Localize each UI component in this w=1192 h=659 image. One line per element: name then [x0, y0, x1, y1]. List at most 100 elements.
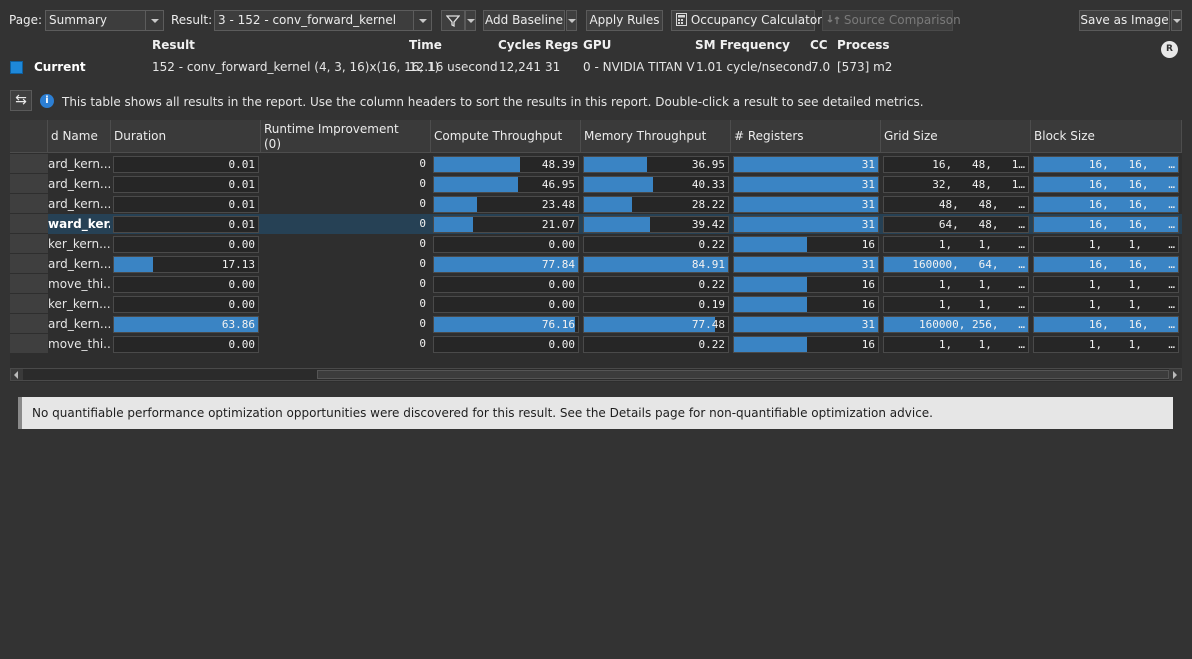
page-label: Page: — [9, 13, 43, 27]
filter-icon — [445, 15, 461, 28]
registers-cell-bar — [734, 257, 878, 272]
table-row[interactable]: ker_kern... 0.00 0 0.00 0.19 16 1, 1, … 1, 1, … — [10, 294, 1182, 314]
occupancy-calculator-button[interactable]: Occupancy Calculator — [671, 10, 822, 31]
add-baseline-button[interactable]: Add Baseline — [483, 10, 565, 31]
memory-header-label: Memory Throughput — [584, 129, 707, 143]
grid-header-label: Grid Size — [884, 129, 938, 143]
duration-cell-value: 63.86 — [221, 318, 255, 331]
header-process: Process — [837, 38, 890, 52]
registers-header-label: # Registers — [734, 129, 804, 143]
column-header-registers[interactable]: # Registers — [731, 120, 881, 153]
result-select[interactable]: 3 - 152 - conv_forward_kernel — [214, 10, 432, 31]
row-handle[interactable] — [10, 214, 48, 234]
filter-dropdown-arrow[interactable] — [465, 10, 476, 31]
compute-throughput-cell: 0.00 — [433, 276, 579, 293]
registers-cell: 31 — [733, 316, 879, 333]
horizontal-scrollbar[interactable] — [10, 368, 1182, 381]
duration-cell: 63.86 — [113, 316, 259, 333]
table-row[interactable]: ker_kern... 0.00 0 0.00 0.22 16 1, 1, … 1, 1, … — [10, 234, 1182, 254]
compute-throughput-cell: 23.48 — [433, 196, 579, 213]
table-row[interactable]: ward_ker... 0.01 0 21.07 39.42 31 64, 48, … 16,… — [10, 214, 1182, 234]
duration-cell: 17.13 — [113, 256, 259, 273]
compute-throughput-cell: 21.07 — [433, 216, 579, 233]
registers-cell-bar — [734, 317, 878, 332]
registers-cell-value: 16 — [861, 278, 875, 291]
block-size-cell: 1, 1, … — [1033, 336, 1179, 353]
row-handle[interactable] — [10, 154, 48, 174]
scrollbar-thumb[interactable] — [317, 370, 1169, 379]
table-row[interactable]: ard_kern... 0.01 0 46.95 40.33 31 32, 48, 1… 16… — [10, 174, 1182, 194]
kernel-name-cell: ard_kern... — [48, 177, 110, 191]
registers-cell: 31 — [733, 196, 879, 213]
page-select[interactable]: Summary — [45, 10, 164, 31]
row-handle[interactable] — [10, 274, 48, 294]
column-header-duration[interactable]: Duration — [111, 120, 261, 153]
rules-badge-icon[interactable]: R — [1161, 41, 1178, 58]
kernel-name-cell: ker_kern... — [48, 237, 110, 251]
row-handle[interactable] — [10, 334, 48, 354]
block-size-cell: 1, 1, … — [1033, 276, 1179, 293]
row-handle[interactable] — [10, 294, 48, 314]
runtime-improvement-value: 0 — [419, 197, 426, 210]
source-comparison-button[interactable]: Source Comparison — [822, 10, 961, 31]
table-row[interactable]: move_thi... 0.00 0 0.00 0.22 16 1, 1, … 1, 1, … — [10, 334, 1182, 354]
row-handle[interactable] — [10, 234, 48, 254]
kernel-name-cell: ard_kern... — [48, 157, 110, 171]
column-header-memory[interactable]: Memory Throughput — [581, 120, 731, 153]
apply-rules-button[interactable]: Apply Rules — [586, 10, 663, 31]
block-size-cell: 16, 16, … — [1033, 196, 1179, 213]
save-as-image-button[interactable]: Save as Image — [1079, 10, 1170, 31]
memory-throughput-cell-value: 28.22 — [691, 198, 725, 211]
runtime-improvement-cell: 0 — [263, 216, 429, 233]
memory-throughput-cell-bar — [584, 217, 651, 232]
runtime-improvement-cell: 0 — [263, 256, 429, 273]
block-size-cell: 16, 16, … — [1033, 316, 1179, 333]
info-text: This table shows all results in the repo… — [62, 95, 924, 109]
memory-throughput-cell: 77.48 — [583, 316, 729, 333]
source-comparison-icon — [827, 15, 840, 24]
row-handle[interactable] — [10, 314, 48, 334]
kernel-name-cell: ward_ker... — [48, 217, 110, 231]
duration-cell-value: 0.00 — [228, 238, 256, 251]
table-row[interactable]: ard_kern... 17.13 0 77.84 84.91 31 160000, 64,… — [10, 254, 1182, 274]
add-baseline-dropdown-arrow[interactable] — [566, 10, 577, 31]
header-result: Result — [152, 38, 195, 52]
column-header-runtime-improvement[interactable]: Runtime Improvement (0) — [261, 120, 431, 153]
registers-cell: 16 — [733, 296, 879, 313]
grid-size-cell-value: 1, 1, … — [938, 278, 1025, 291]
chevron-down-icon — [145, 11, 163, 30]
table-row[interactable]: ard_kern... 63.86 0 76.16 77.48 31 160000, 256… — [10, 314, 1182, 334]
block-size-cell-value: 1, 1, … — [1088, 238, 1175, 251]
table-row[interactable]: ard_kern... 0.01 0 23.48 28.22 31 48, 48, … 16,… — [10, 194, 1182, 214]
row-handle[interactable] — [10, 254, 48, 274]
page-select-value: Summary — [49, 13, 107, 27]
kernel-name-cell: ard_kern... — [48, 197, 110, 211]
compute-throughput-cell: 77.84 — [433, 256, 579, 273]
column-header-block-size[interactable]: Block Size — [1031, 120, 1182, 153]
compute-throughput-cell-value: 21.07 — [541, 218, 575, 231]
compute-throughput-cell: 48.39 — [433, 156, 579, 173]
row-handle[interactable] — [10, 174, 48, 194]
column-header-compute[interactable]: Compute Throughput — [431, 120, 581, 153]
name-header-prefix: d — [51, 129, 59, 143]
duration-cell-value: 0.01 — [228, 158, 256, 171]
header-gpu: GPU — [583, 38, 612, 52]
row-handle[interactable] — [10, 194, 48, 214]
compute-throughput-cell-bar — [434, 197, 478, 212]
swap-icon[interactable]: ⇆ — [10, 90, 32, 111]
filter-button[interactable] — [441, 10, 465, 31]
memory-throughput-cell-value: 0.22 — [698, 238, 726, 251]
scroll-right-icon[interactable] — [1169, 369, 1181, 380]
table-row[interactable]: ard_kern... 0.01 0 48.39 36.95 31 16, 48, 1… 16… — [10, 154, 1182, 174]
scroll-left-icon[interactable] — [11, 369, 23, 380]
column-header-name[interactable]: d Name — [48, 120, 111, 153]
table-row[interactable]: move_thi... 0.00 0 0.00 0.22 16 1, 1, … 1, 1, … — [10, 274, 1182, 294]
block-header-label: Block Size — [1034, 129, 1095, 143]
registers-cell-value: 31 — [861, 218, 875, 231]
grid-size-cell: 1, 1, … — [883, 296, 1029, 313]
compute-throughput-cell-value: 0.00 — [548, 298, 576, 311]
compute-throughput-cell: 46.95 — [433, 176, 579, 193]
column-header-grid-size[interactable]: Grid Size — [881, 120, 1031, 153]
save-as-image-dropdown-arrow[interactable] — [1171, 10, 1182, 31]
duration-cell-value: 0.01 — [228, 218, 256, 231]
